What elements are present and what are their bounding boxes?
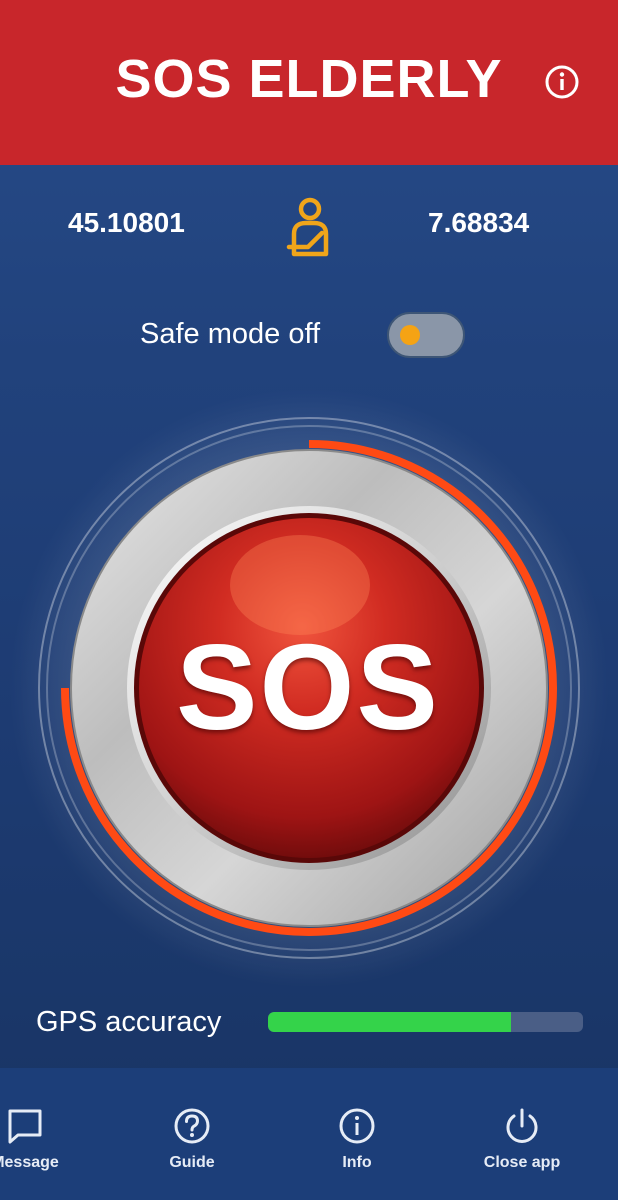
nav-message-label: Message bbox=[0, 1154, 59, 1171]
nav-close-app-label: Close app bbox=[483, 1154, 561, 1171]
safe-mode-label: Safe mode off bbox=[140, 318, 321, 350]
nav-message[interactable]: Message bbox=[0, 1068, 100, 1200]
sos-button[interactable]: SOS bbox=[138, 517, 478, 857]
longitude-value: 7.68834 bbox=[428, 207, 530, 238]
safe-mode-toggle[interactable] bbox=[387, 312, 465, 358]
nav-guide[interactable]: Guide bbox=[117, 1068, 267, 1200]
help-icon bbox=[174, 1108, 210, 1144]
app-title: SOS ELDERLY bbox=[115, 49, 503, 109]
header-info-button[interactable] bbox=[544, 64, 580, 100]
sos-label: SOS bbox=[176, 619, 440, 755]
header-bar: SOS ELDERLY bbox=[0, 0, 618, 165]
latitude-value: 45.10801 bbox=[68, 207, 185, 238]
info-icon bbox=[545, 65, 579, 99]
nav-close-app[interactable]: Close app bbox=[447, 1068, 597, 1200]
nav-guide-label: Guide bbox=[169, 1154, 215, 1171]
nav-info-label: Info bbox=[342, 1154, 372, 1171]
toggle-knob bbox=[400, 325, 420, 345]
app-screen: SOS ELDERLY 45.10801 7.68834 Safe mode o… bbox=[0, 0, 618, 1200]
power-icon bbox=[506, 1108, 538, 1143]
info-icon bbox=[339, 1108, 375, 1144]
gps-accuracy-label: GPS accuracy bbox=[36, 1006, 222, 1038]
gps-accuracy-bar bbox=[268, 1012, 583, 1032]
nav-info[interactable]: Info bbox=[282, 1068, 432, 1200]
gps-accuracy-fill bbox=[268, 1012, 511, 1032]
message-icon bbox=[8, 1109, 42, 1144]
elderly-person-icon bbox=[286, 197, 329, 257]
bottom-nav: Message Guide Info Close app bbox=[0, 1068, 618, 1200]
